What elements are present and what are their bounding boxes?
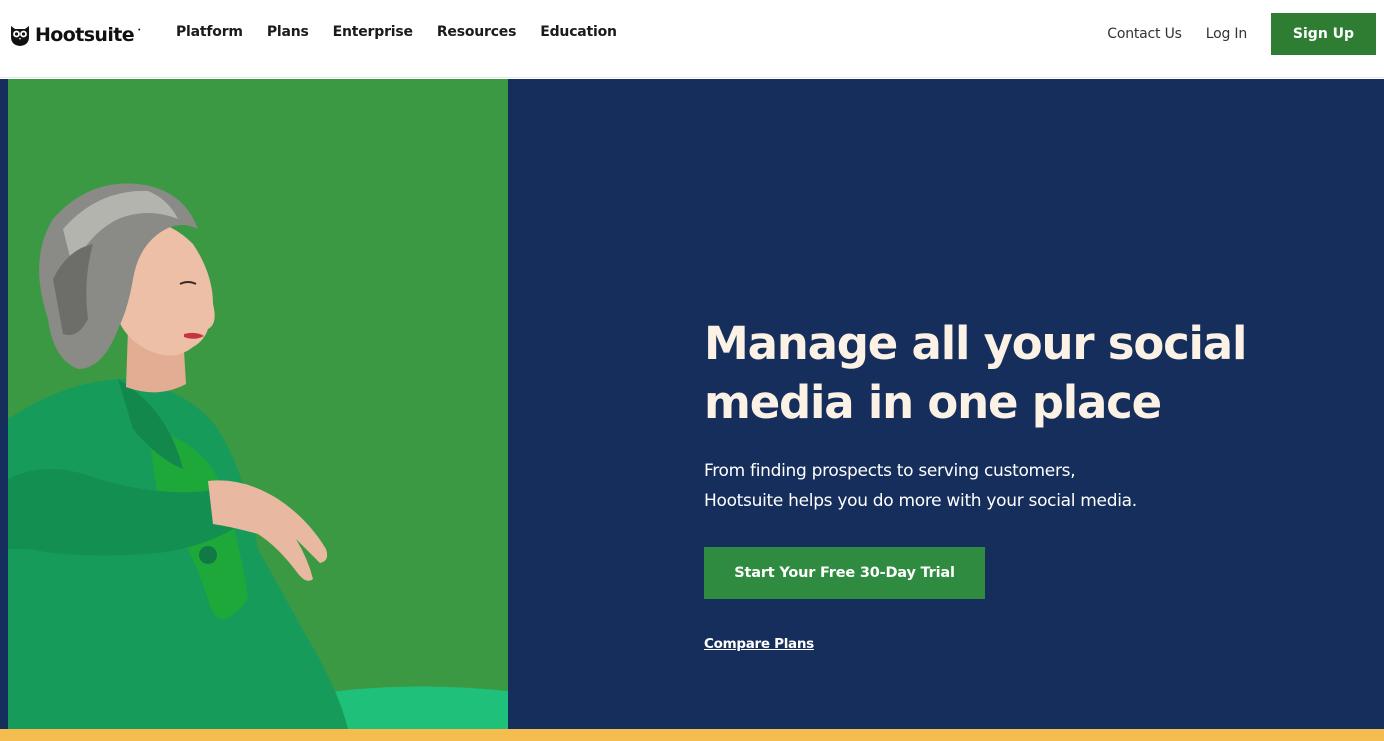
nav-item-enterprise[interactable]: Enterprise [333, 24, 413, 40]
compare-plans-link[interactable]: Compare Plans [704, 636, 814, 652]
nav-item-plans[interactable]: Plans [267, 24, 309, 40]
site-header: Hootsuite • Platform Plans Enterprise Re… [0, 0, 1384, 78]
hero-photo [8, 79, 508, 729]
hero-subtext-line-2: Hootsuite helps you do more with your so… [704, 491, 1137, 511]
owl-icon [11, 26, 29, 46]
logo-wordmark: Hootsuite [35, 24, 135, 46]
hootsuite-logo[interactable]: Hootsuite • [9, 21, 140, 49]
hero-subtext: From finding prospects to serving custom… [704, 456, 1264, 516]
start-free-trial-button[interactable]: Start Your Free 30-Day Trial [704, 547, 985, 599]
sign-up-button[interactable]: Sign Up [1271, 13, 1376, 55]
hero-subtext-line-1: From finding prospects to serving custom… [704, 461, 1076, 481]
bottom-accent-bar [0, 729, 1384, 741]
logo-trademark: • [138, 26, 141, 34]
log-in-link[interactable]: Log In [1206, 26, 1247, 42]
header-actions: Contact Us Log In Sign Up [1107, 13, 1376, 55]
nav-item-platform[interactable]: Platform [176, 24, 243, 40]
nav-item-education[interactable]: Education [540, 24, 617, 40]
nav-item-resources[interactable]: Resources [437, 24, 517, 40]
hero-headline: Manage all your social media in one plac… [704, 317, 1247, 429]
woman-portrait-illustration [8, 79, 508, 729]
main-nav: Platform Plans Enterprise Resources Educ… [176, 24, 641, 40]
hero-section: Manage all your social media in one plac… [0, 79, 1384, 729]
hero-left-edge [0, 79, 8, 729]
contact-us-link[interactable]: Contact Us [1107, 26, 1182, 42]
